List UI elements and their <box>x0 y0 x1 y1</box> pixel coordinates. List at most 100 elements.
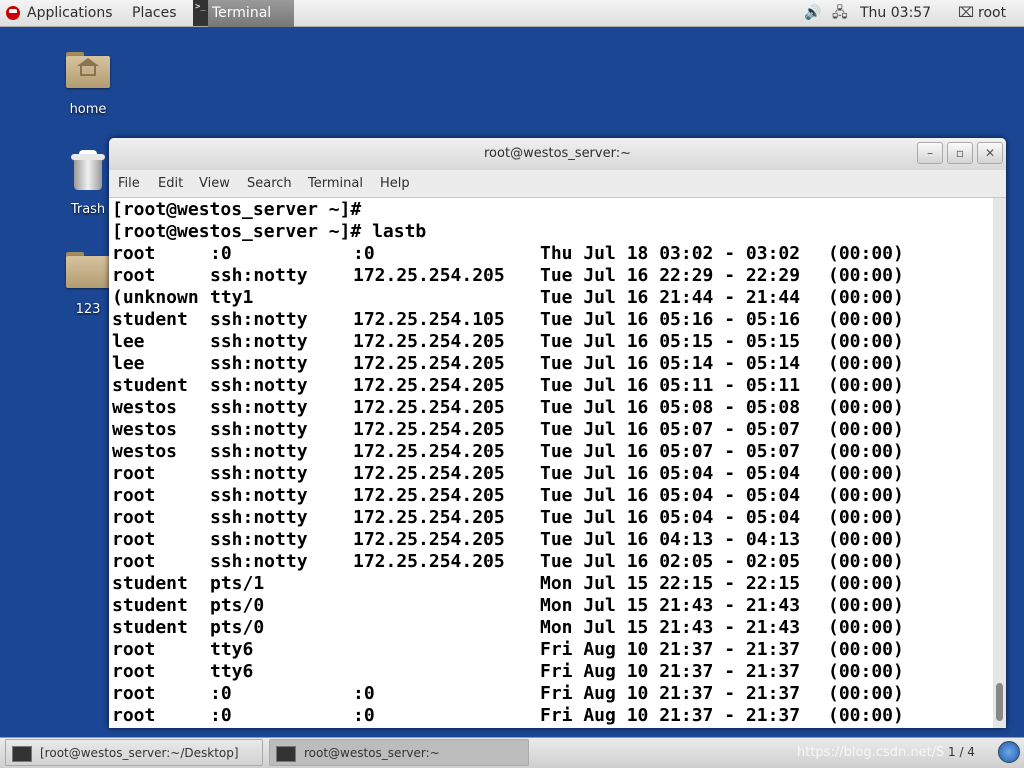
lastb-user: (unknown <box>112 287 199 308</box>
taskbar-item-label: [root@westos_server:~/Desktop] <box>40 746 239 760</box>
lastb-user: student <box>112 617 188 638</box>
minimize-button[interactable]: – <box>917 142 943 164</box>
taskbar-item-desktop-terminal[interactable]: [root@westos_server:~/Desktop] <box>5 739 263 766</box>
window-titlebar[interactable]: root@westos_server:~ – ▫ ✕ <box>109 138 1006 170</box>
lastb-time: Tue Jul 16 05:07 - 05:07 <box>540 419 801 440</box>
lastb-time: Tue Jul 16 05:14 - 05:14 <box>540 353 801 374</box>
lastb-user: root <box>112 705 156 726</box>
lastb-duration: (00:00) <box>828 375 904 396</box>
lastb-host: 172.25.254.205 <box>353 551 505 572</box>
lastb-tty: :0 <box>210 243 232 264</box>
lastb-time: Tue Jul 16 05:11 - 05:11 <box>540 375 801 396</box>
network-icon[interactable]: 🖧 <box>832 0 848 27</box>
lastb-host: 172.25.254.205 <box>353 331 505 352</box>
lastb-duration: (00:00) <box>828 287 904 308</box>
lastb-user: root <box>112 243 156 264</box>
lastb-tty: ssh:notty <box>210 265 308 286</box>
lastb-user: student <box>112 573 188 594</box>
lastb-duration: (00:00) <box>828 595 904 616</box>
top-panel: Applications Places >_ Terminal 🔊 🖧 Thu … <box>0 0 1024 27</box>
lastb-time: Tue Jul 16 05:04 - 05:04 <box>540 485 801 506</box>
terminal-app-icon[interactable]: >_ <box>193 0 209 26</box>
lastb-tty: ssh:notty <box>210 309 308 330</box>
lastb-tty: tty1 <box>210 287 254 308</box>
lastb-tty: ssh:notty <box>210 529 308 550</box>
taskbar-item-active-terminal[interactable]: root@westos_server:~ <box>269 739 529 766</box>
user-menu[interactable]: root <box>978 0 1006 27</box>
watermark: https://blog.csdn.net/S <box>797 745 945 760</box>
lastb-time: Tue Jul 16 22:29 - 22:29 <box>540 265 801 286</box>
lastb-tty: pts/0 <box>210 617 265 638</box>
lastb-user: root <box>112 639 156 660</box>
menu-view[interactable]: View <box>195 170 234 198</box>
lastb-tty: pts/1 <box>210 573 265 594</box>
lastb-host: 172.25.254.205 <box>353 375 505 396</box>
applications-menu[interactable]: Applications <box>27 0 113 27</box>
menu-terminal[interactable]: Terminal <box>304 170 367 198</box>
terminal-output[interactable]: [root@westos_server ~]# [root@westos_serv… <box>109 198 993 728</box>
lastb-time: Mon Jul 15 22:15 - 22:15 <box>540 573 801 594</box>
lastb-tty: tty6 <box>210 639 254 660</box>
lastb-duration: (00:00) <box>828 309 904 330</box>
lastb-user: lee <box>112 331 145 352</box>
lastb-time: Fri Aug 10 21:37 - 21:37 <box>540 639 801 660</box>
menu-edit[interactable]: Edit <box>154 170 187 198</box>
lastb-time: Fri Aug 10 21:37 - 21:37 <box>540 661 801 682</box>
lastb-time: Mon Jul 15 21:43 - 21:43 <box>540 595 801 616</box>
scrollbar-thumb[interactable] <box>996 683 1003 721</box>
lastb-user: lee <box>112 353 145 374</box>
lastb-time: Mon Jul 15 21:43 - 21:43 <box>540 617 801 638</box>
lastb-tty: ssh:notty <box>210 463 308 484</box>
lastb-duration: (00:00) <box>828 507 904 528</box>
maximize-button[interactable]: ▫ <box>947 142 973 164</box>
folder-icon <box>66 250 110 288</box>
lastb-tty: ssh:notty <box>210 331 308 352</box>
notification-globe-icon[interactable] <box>998 741 1020 763</box>
lastb-duration: (00:00) <box>828 705 904 726</box>
clock[interactable]: Thu 03:57 <box>860 0 931 27</box>
lastb-time: Tue Jul 16 05:08 - 05:08 <box>540 397 801 418</box>
lastb-duration: (00:00) <box>828 551 904 572</box>
lastb-time: Tue Jul 16 04:13 - 04:13 <box>540 529 801 550</box>
user-icon[interactable]: ⌧ <box>958 0 974 27</box>
desktop-icon-home[interactable]: home <box>48 50 128 117</box>
lastb-host: 172.25.254.205 <box>353 397 505 418</box>
terminal-prompt-line: [root@westos_server ~]# <box>112 199 362 220</box>
terminal-prompt-line: [root@westos_server ~]# lastb <box>112 221 427 242</box>
lastb-host: 172.25.254.205 <box>353 265 505 286</box>
lastb-user: root <box>112 683 156 704</box>
lastb-user: root <box>112 463 156 484</box>
menu-help[interactable]: Help <box>376 170 414 198</box>
menu-search[interactable]: Search <box>243 170 296 198</box>
lastb-tty: :0 <box>210 683 232 704</box>
lastb-duration: (00:00) <box>828 397 904 418</box>
close-button[interactable]: ✕ <box>977 142 1003 164</box>
lastb-tty: pts/0 <box>210 595 265 616</box>
lastb-user: root <box>112 551 156 572</box>
lastb-user: student <box>112 309 188 330</box>
terminal-window[interactable]: root@westos_server:~ – ▫ ✕ File Edit Vie… <box>109 138 1006 728</box>
lastb-user: root <box>112 507 156 528</box>
lastb-host: 172.25.254.205 <box>353 419 505 440</box>
lastb-host: :0 <box>353 705 375 726</box>
lastb-tty: ssh:notty <box>210 551 308 572</box>
lastb-user: student <box>112 375 188 396</box>
lastb-duration: (00:00) <box>828 353 904 374</box>
workspace-pager[interactable]: 1 / 4 <box>948 738 975 767</box>
scrollbar[interactable] <box>993 198 1006 728</box>
lastb-user: root <box>112 485 156 506</box>
lastb-duration: (00:00) <box>828 573 904 594</box>
lastb-host: 172.25.254.205 <box>353 529 505 550</box>
menu-file[interactable]: File <box>114 170 144 198</box>
lastb-tty: ssh:notty <box>210 375 308 396</box>
lastb-host: 172.25.254.205 <box>353 441 505 462</box>
lastb-time: Fri Aug 10 21:37 - 21:37 <box>540 683 801 704</box>
lastb-time: Tue Jul 16 05:04 - 05:04 <box>540 463 801 484</box>
terminal-icon <box>12 746 32 762</box>
places-menu[interactable]: Places <box>132 0 177 27</box>
lastb-time: Tue Jul 16 21:44 - 21:44 <box>540 287 801 308</box>
volume-icon[interactable]: 🔊 <box>804 0 821 27</box>
lastb-duration: (00:00) <box>828 639 904 660</box>
terminal-app-menu[interactable]: Terminal <box>208 0 294 27</box>
lastb-duration: (00:00) <box>828 617 904 638</box>
